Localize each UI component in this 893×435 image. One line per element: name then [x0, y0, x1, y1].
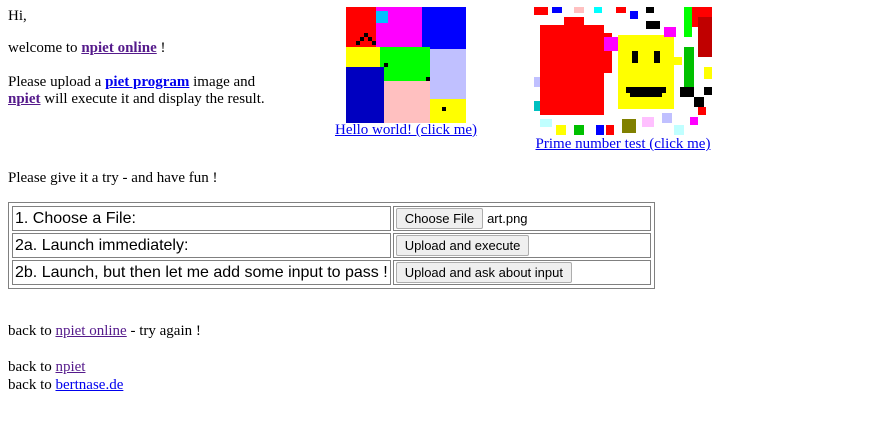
- footer-bertnase-link[interactable]: bertnase.de: [55, 377, 123, 393]
- hello-world-piet-image[interactable]: [346, 7, 466, 123]
- launch-label: 2a. Launch immediately:: [12, 233, 391, 258]
- back-npiet-online: back to npiet online - try again !: [8, 323, 201, 339]
- example-prime-test[interactable]: Prime number test (click me): [529, 7, 717, 153]
- try-it-text: Please give it a try - and have fun !: [8, 170, 218, 186]
- footer-links: back to npiet online - try again ! back …: [8, 322, 201, 394]
- launch-row: 2a. Launch immediately: Upload and execu…: [12, 233, 651, 258]
- upload-execute-button[interactable]: Upload and execute: [395, 235, 530, 256]
- file-input[interactable]: Choose File art.png: [392, 206, 651, 231]
- choose-file-row: 1. Choose a File: Choose File art.png: [12, 206, 651, 231]
- prime-test-piet-image[interactable]: [534, 7, 712, 135]
- upload-ask-input-button[interactable]: Upload and ask about input: [395, 262, 572, 283]
- npiet-link[interactable]: npiet: [8, 91, 41, 107]
- upload-instructions: Please upload a piet program image and np…: [8, 74, 265, 107]
- intro-text: Hi, welcome to npiet online ! Please upl…: [8, 8, 308, 108]
- footer-npiet-link[interactable]: npiet: [55, 359, 85, 375]
- upload-form: 1. Choose a File: Choose File art.png 2a.…: [8, 202, 655, 289]
- launch-input-label: 2b. Launch, but then let me add some inp…: [12, 260, 391, 285]
- footer-npiet-online-link[interactable]: npiet online: [55, 323, 126, 339]
- back-npiet: back to npiet: [8, 359, 86, 375]
- npiet-online-link[interactable]: npiet online: [81, 40, 156, 56]
- chosen-file-name: art.png: [487, 211, 528, 226]
- launch-input-row: 2b. Launch, but then let me add some inp…: [12, 260, 651, 285]
- piet-program-link[interactable]: piet program: [105, 74, 189, 90]
- example-hello-world[interactable]: Hello world! (click me): [330, 7, 482, 139]
- back-bertnase: back to bertnase.de: [8, 377, 124, 393]
- hello-world-link[interactable]: Hello world! (click me): [330, 122, 482, 139]
- upload-table: 1. Choose a File: Choose File art.png 2a.…: [10, 204, 653, 287]
- prime-test-link[interactable]: Prime number test (click me): [529, 136, 717, 153]
- choose-file-label: 1. Choose a File:: [12, 206, 391, 231]
- welcome-line: welcome to npiet online !: [8, 40, 166, 56]
- greeting: Hi,: [8, 8, 27, 24]
- choose-file-button[interactable]: Choose File: [395, 208, 484, 229]
